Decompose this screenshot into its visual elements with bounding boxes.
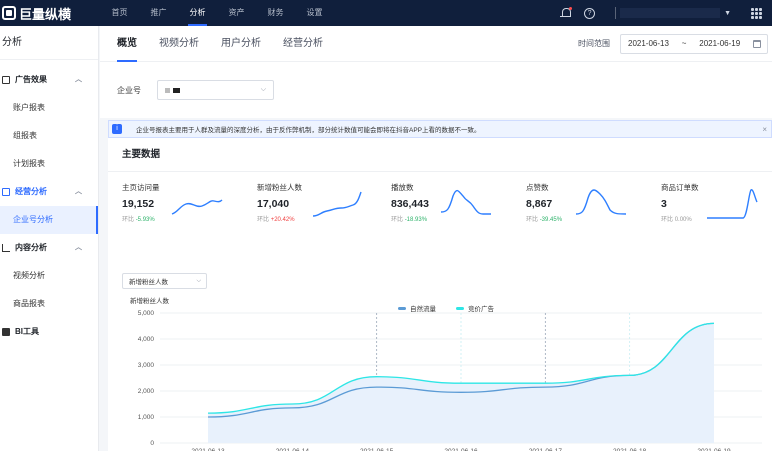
nav-settings[interactable]: 设置 [295,0,334,26]
nav-finance[interactable]: 财务 [256,0,295,26]
logo[interactable]: 巨量纵横 [0,4,100,23]
tab-bar: 概览 视频分析 用户分析 经营分析 时间范围 2021-06-13 ~ 2021… [100,26,772,62]
notification-dot [569,7,573,10]
chart-metric-select[interactable]: 新增粉丝人数 ⌵ [122,273,207,289]
account-switcher[interactable] [620,8,721,18]
change-label: 环比 [122,217,135,223]
sidebar-item-account-report[interactable]: 账户报表 [0,94,98,122]
tab-video-analysis[interactable]: 视频分析 [159,26,199,62]
change-label: 环比 [526,217,539,223]
chevron-down-icon: ⌵ [260,86,266,93]
change-label: 环比 [391,217,404,223]
change-value: +20.42% [270,217,295,223]
metrics-row: 主页访问量 19,152 环比 -5.93% 新增粉丝人数 17,040 环比 … [108,172,772,242]
logo-mark-icon [2,6,16,20]
tab-user-analysis[interactable]: 用户分析 [221,26,261,62]
report-icon [2,76,10,84]
sparkline [171,199,223,215]
change-value: -5.93% [135,217,155,223]
notice-banner: i 企业号报表主要用于人群及流量的深度分析，由于反作弊机制，部分统计数值可能会即… [108,120,772,138]
time-range-label: 时间范围 [578,39,610,48]
y-tick-label: 0 [150,440,154,447]
chevron-down-icon[interactable]: ▼ [724,10,731,17]
change-label: 环比 [257,217,270,223]
metric-likes[interactable]: 点赞数 8,867 环比 -39.45% [526,182,661,223]
bell-icon[interactable] [560,7,573,19]
sidebar-group-label: BI工具 [15,327,39,336]
change-value: -18.93% [404,217,428,223]
y-tick-label: 4,000 [138,336,155,343]
info-icon: i [112,124,122,134]
sidebar-group-business-analysis[interactable]: 经营分析 ︿ [0,178,98,206]
sidebar-group-content-analysis[interactable]: 内容分析 ︿ [0,234,98,262]
masked-name [173,87,180,93]
selected-metric: 新增粉丝人数 [129,279,168,286]
bar-chart-icon [2,244,10,252]
metric-plays[interactable]: 播放数 836,443 环比 -18.93% [391,182,526,223]
apps-grid-icon[interactable] [751,7,762,19]
tab-overview[interactable]: 概览 [117,26,137,62]
sidebar-item-plan-report[interactable]: 计划报表 [0,150,98,178]
sparkline [312,191,362,217]
logo-text: 巨量纵横 [19,6,72,22]
metric-product-orders[interactable]: 商品订单数 3 环比 0.00% [661,182,772,223]
y-tick-label: 2,000 [138,388,155,395]
date-start: 2021-06-13 [628,39,669,48]
sidebar-group-label: 内容分析 [15,243,47,252]
sparkline [440,189,491,215]
change-label: 环比 [661,217,674,223]
nav-analysis[interactable]: 分析 [178,0,217,26]
sidebar-title: 分析 [0,26,98,60]
y-tick-label: 5,000 [138,310,155,317]
nav-assets[interactable]: 资产 [217,0,256,26]
sidebar-group-ad-effect[interactable]: 广告效果 ︿ [0,66,98,94]
nav-home[interactable]: 首页 [100,0,139,26]
main-content: 概览 视频分析 用户分析 经营分析 时间范围 2021-06-13 ~ 2021… [100,26,772,451]
notice-text: 企业号报表主要用于人群及流量的深度分析，由于反作弊机制，部分统计数值可能会即将在… [136,127,481,134]
date-range-picker[interactable]: 2021-06-13 ~ 2021-06-19 [620,33,768,54]
overview-card: i 企业号报表主要用于人群及流量的深度分析，由于反作弊机制，部分统计数值可能会即… [108,120,772,451]
help-icon[interactable]: ? [584,7,596,19]
metric-new-followers[interactable]: 新增粉丝人数 17,040 环比 +20.42% [257,182,392,223]
enterprise-select[interactable]: ⌵ [157,80,274,100]
business-icon [2,188,10,196]
masked-avatar [165,87,170,93]
metric-homepage-visits[interactable]: 主页访问量 19,152 环比 -5.93% [122,182,257,223]
calendar-icon [753,39,761,48]
chevron-up-icon: ︿ [75,244,82,251]
bi-icon [2,328,10,336]
y-tick-label: 1,000 [138,414,155,421]
sidebar-item-video-analysis[interactable]: 视频分析 [0,262,98,290]
filter-row: 企业号 ⌵ [100,62,772,118]
sparkline [707,189,758,219]
main-nav: 首页 推广 分析 资产 财务 设置 [100,0,334,26]
change-value: -39.45% [539,217,563,223]
close-icon[interactable]: × [762,125,767,134]
section-title: 主要数据 [108,138,772,172]
top-navigation-bar: 巨量纵横 首页 推广 分析 资产 财务 设置 ? ▼ [0,0,772,26]
line-chart: 01,0002,0003,0004,0005,0002021-06-132021… [138,310,762,451]
tab-business-analysis[interactable]: 经营分析 [283,26,323,62]
sidebar-item-product-report[interactable]: 商品报表 [0,290,98,318]
chevron-up-icon: ︿ [75,188,82,195]
divider [615,7,617,19]
enterprise-filter-label: 企业号 [117,85,141,95]
date-separator: ~ [681,39,687,48]
sidebar: 分析 广告效果 ︿ 账户报表 组报表 计划报表 经营分析 ︿ 企业号分析 内容分… [0,26,99,451]
y-tick-label: 3,000 [138,362,155,369]
sparkline [575,189,627,215]
chevron-up-icon: ︿ [75,76,82,83]
chevron-down-icon: ⌵ [196,277,201,284]
sidebar-item-enterprise-analysis[interactable]: 企业号分析 [0,206,98,234]
sidebar-group-bi-tools[interactable]: BI工具 [0,318,98,346]
top-right-tools: ? ▼ [560,0,772,26]
nav-promotion[interactable]: 推广 [139,0,178,26]
date-end: 2021-06-19 [699,39,741,48]
sidebar-group-label: 经营分析 [15,187,47,196]
sidebar-item-group-report[interactable]: 组报表 [0,122,98,150]
sidebar-group-label: 广告效果 [15,75,47,84]
change-value: 0.00% [674,217,692,223]
